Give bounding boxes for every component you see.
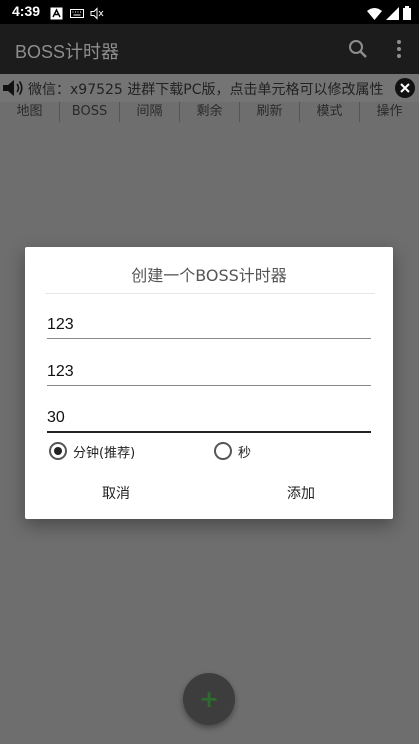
column-boss[interactable]: BOSS <box>60 102 120 122</box>
status-right-icons <box>367 5 411 24</box>
keyboard-icon <box>70 5 84 18</box>
app-bar: BOSS计时器 <box>0 24 419 74</box>
search-icon[interactable] <box>346 37 370 61</box>
column-interval[interactable]: 间隔 <box>120 102 180 122</box>
table-header: 地图 BOSS 间隔 剩余 刷新 模式 操作 <box>0 102 419 122</box>
a-icon <box>50 5 64 20</box>
radio-minutes-label: 分钟(推荐) <box>73 445 136 461</box>
column-map[interactable]: 地图 <box>0 102 60 122</box>
more-vert-icon[interactable] <box>387 37 411 61</box>
field-map-input[interactable] <box>47 305 371 339</box>
signal-icon <box>386 5 399 24</box>
status-time: 4:39 <box>12 3 41 19</box>
status-bar: 4:39 <box>0 0 419 24</box>
column-mode[interactable]: 模式 <box>300 102 360 122</box>
radio-seconds-label: 秒 <box>238 445 252 461</box>
field-boss-input[interactable] <box>47 352 371 386</box>
add-button[interactable]: 添加 <box>287 483 315 503</box>
plus-icon: + <box>198 685 220 713</box>
column-refresh[interactable]: 刷新 <box>240 102 300 122</box>
radio-seconds[interactable]: 秒 <box>214 441 251 461</box>
column-remaining[interactable]: 剩余 <box>180 102 240 122</box>
notice-marquee: 微信：x97525 进群下载PC版，点击单元格可以修改属性 <box>0 74 419 102</box>
wifi-icon <box>367 5 382 24</box>
radio-minutes-indicator[interactable] <box>49 442 67 460</box>
speaker-muted-icon <box>90 5 104 20</box>
status-left-icons <box>50 5 104 20</box>
radio-minutes[interactable]: 分钟(推荐) <box>49 441 135 461</box>
dialog-title: 创建一个BOSS计时器 <box>131 266 287 285</box>
speaker-icon <box>2 78 26 98</box>
battery-icon <box>403 5 411 24</box>
cancel-button[interactable]: 取消 <box>102 483 130 503</box>
notice-text: 微信：x97525 进群下载PC版，点击单元格可以修改属性 <box>28 82 384 98</box>
field-interval-input[interactable] <box>47 399 371 433</box>
dialog-divider <box>45 293 375 294</box>
radio-seconds-indicator[interactable] <box>214 442 232 460</box>
add-fab-button[interactable]: + <box>183 673 235 725</box>
create-timer-dialog: 创建一个BOSS计时器 分钟(推荐) 秒 取消 添加 <box>25 247 393 519</box>
app-title: BOSS计时器 <box>15 42 120 62</box>
close-icon[interactable] <box>395 78 415 98</box>
column-actions[interactable]: 操作 <box>360 102 419 122</box>
